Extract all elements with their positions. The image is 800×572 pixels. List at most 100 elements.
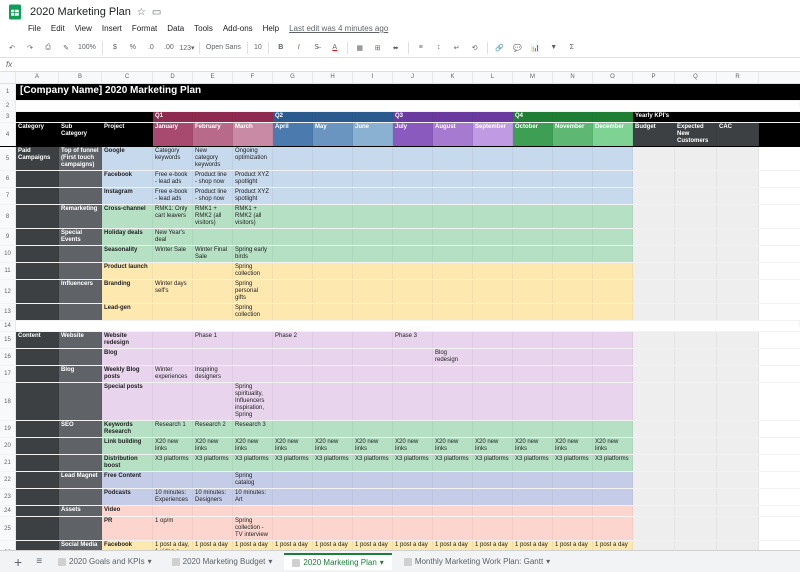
row-number[interactable]: 18 xyxy=(0,383,16,420)
cell[interactable] xyxy=(675,246,717,262)
data-cell[interactable] xyxy=(353,280,393,303)
data-cell[interactable] xyxy=(273,263,313,279)
cell[interactable] xyxy=(675,438,717,454)
data-cell[interactable] xyxy=(513,246,553,262)
sheet-tab[interactable]: 2020 Marketing Plan ▾ xyxy=(284,553,391,570)
subcategory-label[interactable] xyxy=(59,246,102,262)
project-label[interactable]: Special posts xyxy=(102,383,153,420)
row-number[interactable]: 5 xyxy=(0,147,16,170)
data-cell[interactable]: X3 platforms xyxy=(193,455,233,471)
data-cell[interactable] xyxy=(433,263,473,279)
sub-header[interactable]: Sub Category xyxy=(59,123,102,146)
project-label[interactable]: Cross-channel xyxy=(102,205,153,228)
data-cell[interactable]: New Year's deal xyxy=(153,229,193,245)
row-number[interactable]: 24 xyxy=(0,506,16,516)
project-label[interactable]: Branding xyxy=(102,280,153,303)
category-label[interactable] xyxy=(16,171,59,187)
month-header[interactable]: November xyxy=(553,123,593,146)
spacer[interactable] xyxy=(16,101,800,107)
data-cell[interactable] xyxy=(393,383,433,420)
subcategory-label[interactable]: Lead Magnet xyxy=(59,472,102,488)
data-cell[interactable] xyxy=(513,171,553,187)
data-cell[interactable] xyxy=(193,506,233,516)
cell[interactable] xyxy=(717,246,759,262)
data-cell[interactable]: RMK1 + RMK2 (all visitors) xyxy=(233,205,273,228)
col-header[interactable]: C xyxy=(102,72,153,83)
data-cell[interactable]: Product line - shop now xyxy=(193,171,233,187)
data-cell[interactable]: Research 1 xyxy=(153,421,193,437)
row-number[interactable]: 7 xyxy=(0,188,16,204)
col-header[interactable]: N xyxy=(553,72,593,83)
merge-icon[interactable]: ⬌ xyxy=(390,42,402,54)
data-cell[interactable] xyxy=(393,171,433,187)
data-cell[interactable] xyxy=(393,349,433,365)
data-cell[interactable] xyxy=(473,147,513,170)
quarter-header[interactable] xyxy=(433,112,473,122)
cell[interactable] xyxy=(717,229,759,245)
data-cell[interactable] xyxy=(593,229,633,245)
month-header[interactable]: October xyxy=(513,123,553,146)
data-cell[interactable] xyxy=(313,366,353,382)
data-cell[interactable] xyxy=(513,366,553,382)
data-cell[interactable] xyxy=(593,349,633,365)
data-cell[interactable]: Winter days self's xyxy=(153,280,193,303)
cell[interactable] xyxy=(717,304,759,320)
tab-dropdown-icon[interactable]: ▾ xyxy=(380,558,384,567)
quarter-header[interactable]: Q4 xyxy=(513,112,553,122)
doc-title[interactable]: 2020 Marketing Plan xyxy=(30,6,131,18)
data-cell[interactable] xyxy=(233,506,273,516)
data-cell[interactable] xyxy=(473,171,513,187)
data-cell[interactable] xyxy=(553,263,593,279)
sheet-tab[interactable]: Monthly Marketing Work Plan: Gantt ▾ xyxy=(396,554,558,569)
project-label[interactable]: Lead-gen xyxy=(102,304,153,320)
data-cell[interactable]: X20 new links xyxy=(593,438,633,454)
menu-add-ons[interactable]: Add-ons xyxy=(223,24,253,38)
data-cell[interactable] xyxy=(393,280,433,303)
data-cell[interactable] xyxy=(153,349,193,365)
data-cell[interactable] xyxy=(313,332,353,348)
project-label[interactable]: PR xyxy=(102,517,153,540)
cell[interactable] xyxy=(717,383,759,420)
cell[interactable] xyxy=(717,438,759,454)
cell[interactable] xyxy=(59,112,102,122)
data-cell[interactable] xyxy=(393,205,433,228)
cell[interactable] xyxy=(675,280,717,303)
row-number[interactable]: 10 xyxy=(0,246,16,262)
category-label[interactable]: Paid Campaigns xyxy=(16,147,59,170)
gap[interactable] xyxy=(16,321,800,327)
data-cell[interactable] xyxy=(353,421,393,437)
cell[interactable] xyxy=(717,455,759,471)
undo-icon[interactable]: ↶ xyxy=(6,42,18,54)
plan-title[interactable]: [Company Name] 2020 Marketing Plan xyxy=(16,84,800,100)
cell[interactable] xyxy=(633,349,675,365)
data-cell[interactable]: Blog redesign xyxy=(433,349,473,365)
data-cell[interactable] xyxy=(593,263,633,279)
data-cell[interactable]: X3 platforms xyxy=(153,455,193,471)
data-cell[interactable] xyxy=(313,421,353,437)
category-label[interactable] xyxy=(16,472,59,488)
data-cell[interactable] xyxy=(273,147,313,170)
data-cell[interactable] xyxy=(193,229,233,245)
data-cell[interactable] xyxy=(553,229,593,245)
data-cell[interactable] xyxy=(233,229,273,245)
data-cell[interactable] xyxy=(473,506,513,516)
data-cell[interactable]: X20 new links xyxy=(393,438,433,454)
cell[interactable] xyxy=(633,455,675,471)
data-cell[interactable] xyxy=(473,246,513,262)
data-cell[interactable] xyxy=(193,280,233,303)
data-cell[interactable] xyxy=(313,383,353,420)
cell[interactable] xyxy=(717,332,759,348)
data-cell[interactable]: Winter Final Sale xyxy=(193,246,233,262)
proj-header[interactable]: Project xyxy=(102,123,153,146)
data-cell[interactable] xyxy=(433,383,473,420)
data-cell[interactable] xyxy=(353,229,393,245)
row-number[interactable]: 14 xyxy=(0,321,16,331)
cell[interactable] xyxy=(633,246,675,262)
data-cell[interactable] xyxy=(433,246,473,262)
enc-header[interactable]: Expected New Customers xyxy=(675,123,717,146)
cell[interactable] xyxy=(675,489,717,505)
data-cell[interactable] xyxy=(433,472,473,488)
col-header[interactable]: I xyxy=(353,72,393,83)
cell[interactable] xyxy=(675,147,717,170)
data-cell[interactable]: X3 platforms xyxy=(473,455,513,471)
